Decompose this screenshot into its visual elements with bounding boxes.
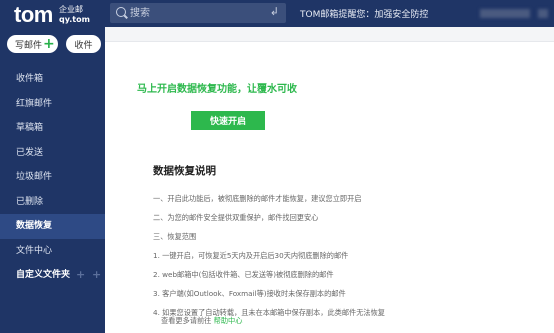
help-center-link[interactable]: 帮助中心 bbox=[214, 316, 243, 325]
sidebar-item-label: 已删除 bbox=[16, 196, 44, 207]
sidebar-item-label: 红旗邮件 bbox=[16, 98, 53, 109]
blurred-user-info bbox=[480, 9, 530, 18]
sidebar-item-label: 数据恢复 bbox=[16, 221, 53, 231]
search-box[interactable]: ↲ bbox=[110, 3, 286, 23]
blurred-user-menu bbox=[538, 9, 548, 18]
quick-enable-label: 快速开启 bbox=[209, 117, 246, 127]
sidebar-item-sent[interactable]: 已发送 bbox=[0, 141, 105, 166]
description-list: 一、开启此功能后，被彻底删除的邮件才能恢复，建议您立即开启 二、为您的邮件安全提… bbox=[153, 189, 548, 322]
folder-menu: 收件箱 红旗邮件 草稿箱 已发送 垃圾邮件 已删除 数据恢复 文件中心 自定义文… bbox=[0, 67, 105, 288]
sidebar-item-inbox[interactable]: 收件箱 bbox=[0, 67, 105, 92]
logo-text: tom bbox=[14, 2, 53, 27]
plus-icon: + bbox=[43, 36, 55, 52]
logo-subtitle: 企业邮 bbox=[59, 5, 83, 14]
main-content: 马上开启数据恢复功能，让覆水可收 快速开启 数据恢复说明 一、开启此功能后，被彻… bbox=[105, 27, 554, 333]
receive-label: 收件 bbox=[74, 40, 93, 51]
logo-domain: qy.tom bbox=[59, 15, 90, 24]
sidebar-item-deleted[interactable]: 已删除 bbox=[0, 190, 105, 215]
sidebar-item-label: 草稿箱 bbox=[16, 123, 44, 133]
sidebar-item-label: 垃圾邮件 bbox=[16, 172, 53, 182]
quick-enable-button[interactable]: 快速开启 bbox=[191, 111, 265, 130]
sidebar-item-data-recovery[interactable]: 数据恢复 bbox=[0, 214, 105, 239]
compose-label: 写邮件 bbox=[15, 40, 43, 51]
sidebar-item-label: 已发送 bbox=[16, 147, 44, 158]
folder-settings-icon[interactable]: + bbox=[92, 263, 101, 288]
top-bar: tom 企业邮 qy.tom ↲ TOM邮箱提醒您：加强安全防控 bbox=[0, 0, 554, 27]
sidebar-item-file-center[interactable]: 文件中心 bbox=[0, 239, 105, 264]
description-line: 2. web邮箱中(包括收件箱、已发送等)被彻底删除的邮件 bbox=[153, 270, 334, 279]
search-icon bbox=[116, 7, 126, 17]
sidebar-item-label: 自定义文件夹 bbox=[16, 270, 71, 280]
enter-icon[interactable]: ↲ bbox=[270, 5, 279, 18]
search-input[interactable] bbox=[130, 5, 260, 21]
sidebar-item-custom-folders[interactable]: 自定义文件夹 + + bbox=[0, 263, 105, 288]
receive-button[interactable]: 收件 bbox=[66, 35, 101, 53]
help-prefix: 查看更多请前往 bbox=[161, 316, 212, 325]
add-folder-icon[interactable]: + bbox=[76, 263, 85, 288]
sidebar-item-spam[interactable]: 垃圾邮件 bbox=[0, 165, 105, 190]
sidebar-item-drafts[interactable]: 草稿箱 bbox=[0, 116, 105, 141]
description-line: 二、为您的邮件安全提供双重保护，邮件找回更安心 bbox=[153, 213, 319, 222]
compose-button[interactable]: 写邮件 + bbox=[7, 35, 58, 53]
sidebar-item-label: 文件中心 bbox=[16, 245, 53, 256]
sidebar-item-flagged[interactable]: 红旗邮件 bbox=[0, 92, 105, 117]
help-line: 查看更多请前往 帮助中心 bbox=[161, 316, 242, 326]
content-toolbar bbox=[105, 27, 554, 42]
description-line: 三、恢复范围 bbox=[153, 232, 197, 241]
sidebar-item-label: 收件箱 bbox=[16, 74, 44, 84]
description-line: 1. 一键开启，可恢复近5天内及开启后30天内彻底删除的邮件 bbox=[153, 251, 349, 260]
description-line: 3. 客户端(如Outlook、Foxmail等)接收时未保存副本的邮件 bbox=[153, 289, 346, 298]
description-line: 一、开启此功能后，被彻底删除的邮件才能恢复，建议您立即开启 bbox=[153, 194, 362, 203]
sidebar: 写邮件 + 收件 收件箱 红旗邮件 草稿箱 已发送 垃圾邮件 已删除 数据恢复 … bbox=[0, 27, 105, 333]
description-title: 数据恢复说明 bbox=[153, 165, 216, 177]
notice-text[interactable]: TOM邮箱提醒您：加强安全防控 bbox=[300, 7, 428, 20]
recovery-headline: 马上开启数据恢复功能，让覆水可收 bbox=[137, 84, 297, 95]
